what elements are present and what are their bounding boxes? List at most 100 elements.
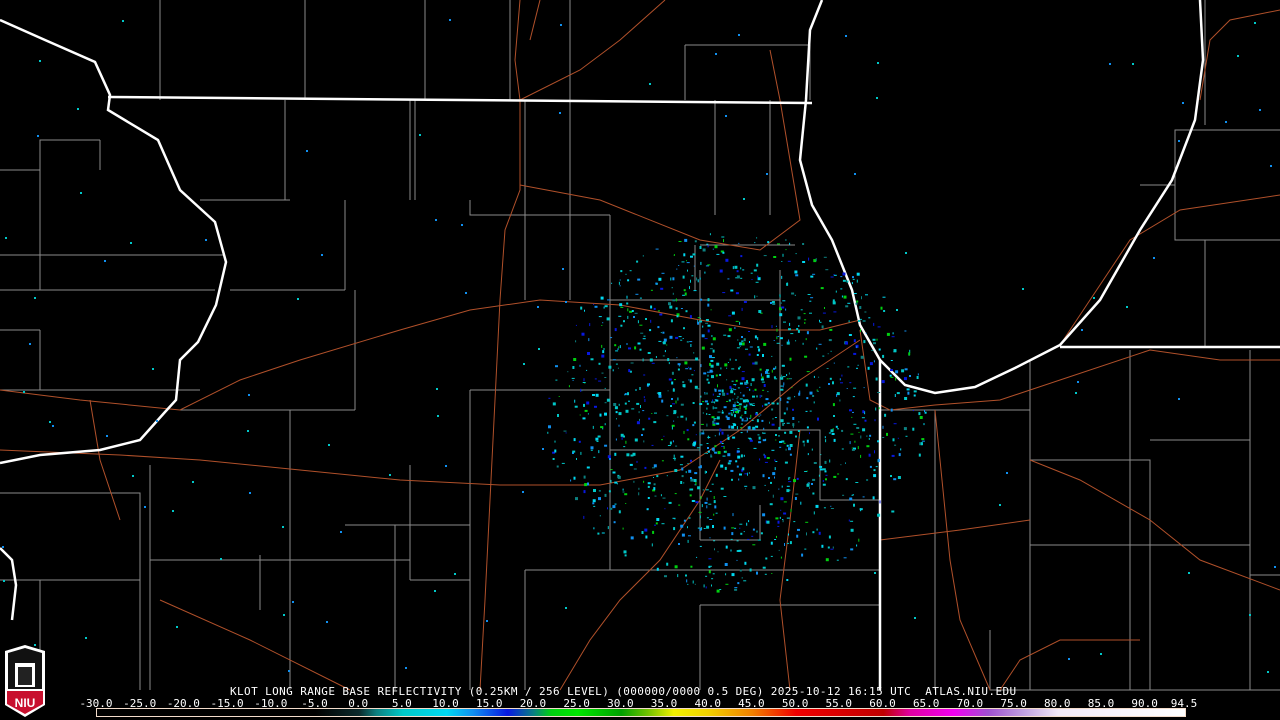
echo-pixel (593, 527, 595, 530)
echo-pixel (587, 352, 590, 355)
echo-pixel (788, 372, 790, 375)
echo-pixel (727, 278, 730, 280)
echo-pixel (601, 532, 605, 534)
echo-pixel (740, 423, 743, 425)
echo-pixel (687, 526, 688, 529)
echo-pixel (552, 402, 556, 406)
echo-pixel (680, 308, 683, 309)
echo-pixel (624, 493, 628, 496)
echo-pixel (797, 528, 800, 531)
echo-pixel (586, 466, 590, 469)
echo-pixel (678, 241, 682, 242)
echo-pixel (629, 463, 633, 466)
echo-pixel (819, 465, 823, 468)
echo-pixel (890, 475, 892, 477)
echo-pixel (869, 434, 872, 437)
echo-pixel (851, 416, 853, 418)
echo-pixel (3, 580, 5, 582)
echo-pixel (815, 504, 819, 508)
echo-pixel (748, 417, 751, 419)
echo-pixel (624, 554, 627, 557)
echo-pixel (846, 280, 849, 283)
echo-pixel (247, 430, 249, 432)
echo-pixel (788, 478, 790, 480)
echo-pixel (873, 322, 875, 326)
echo-pixel (856, 346, 858, 349)
echo-pixel (1075, 392, 1077, 394)
echo-pixel (739, 382, 743, 385)
echo-pixel (618, 315, 622, 317)
echo-pixel (693, 352, 695, 354)
echo-pixel (730, 549, 732, 552)
echo-pixel (620, 306, 624, 308)
echo-pixel (828, 535, 831, 539)
echo-pixel (623, 446, 626, 448)
echo-pixel (737, 387, 740, 389)
echo-pixel (633, 316, 635, 318)
echo-pixel (756, 237, 758, 239)
echo-pixel (725, 545, 728, 549)
echo-pixel (868, 317, 871, 319)
echo-pixel (739, 416, 742, 419)
echo-pixel (713, 496, 715, 499)
echo-pixel (788, 489, 791, 491)
echo-pixel (645, 535, 648, 539)
echo-pixel (600, 296, 604, 300)
echo-pixel (692, 424, 695, 427)
echo-pixel (684, 238, 688, 242)
echo-pixel (847, 366, 850, 368)
echo-pixel (699, 449, 701, 451)
echo-pixel (662, 331, 665, 334)
echo-pixel (739, 527, 741, 529)
echo-pixel (773, 376, 776, 379)
echo-pixel (697, 320, 698, 322)
echo-pixel (751, 279, 753, 280)
echo-pixel (714, 435, 716, 437)
echo-pixel (558, 396, 560, 397)
echo-pixel (904, 397, 908, 400)
echo-pixel (759, 312, 761, 314)
echo-pixel (641, 434, 643, 436)
echo-pixel (554, 440, 556, 443)
echo-pixel (579, 364, 581, 367)
echo-pixel (706, 402, 709, 405)
echo-pixel (869, 362, 873, 366)
echo-pixel (828, 432, 831, 434)
echo-pixel (682, 381, 685, 384)
echo-pixel (800, 501, 802, 505)
echo-pixel (663, 338, 667, 342)
echo-pixel (741, 377, 745, 381)
echo-pixel (678, 504, 681, 506)
echo-pixel (793, 479, 796, 483)
echo-pixel (753, 428, 756, 431)
echo-pixel (548, 397, 551, 399)
echo-pixel (856, 279, 858, 283)
echo-pixel (39, 60, 41, 62)
echo-pixel (712, 337, 716, 341)
echo-pixel (730, 469, 734, 472)
echo-pixel (790, 333, 794, 335)
echo-pixel (712, 423, 716, 426)
echo-pixel (617, 367, 619, 369)
echo-pixel (580, 451, 582, 455)
echo-pixel (804, 548, 807, 550)
echo-pixel (790, 508, 792, 512)
echo-pixel (609, 507, 613, 510)
echo-pixel (706, 407, 708, 410)
echo-pixel (697, 486, 701, 490)
echo-pixel (627, 392, 629, 396)
echo-pixel (667, 390, 669, 392)
echo-pixel (819, 319, 820, 322)
echo-pixel (734, 587, 738, 589)
echo-pixel (596, 441, 599, 442)
echo-pixel (172, 510, 174, 512)
echo-pixel (614, 328, 617, 332)
echo-pixel (806, 426, 809, 429)
echo-pixel (643, 440, 645, 443)
echo-pixel (849, 441, 851, 445)
echo-pixel (681, 475, 684, 478)
echo-pixel (725, 583, 729, 585)
echo-pixel (660, 332, 662, 334)
echo-pixel (677, 368, 680, 371)
echo-pixel (905, 435, 908, 437)
